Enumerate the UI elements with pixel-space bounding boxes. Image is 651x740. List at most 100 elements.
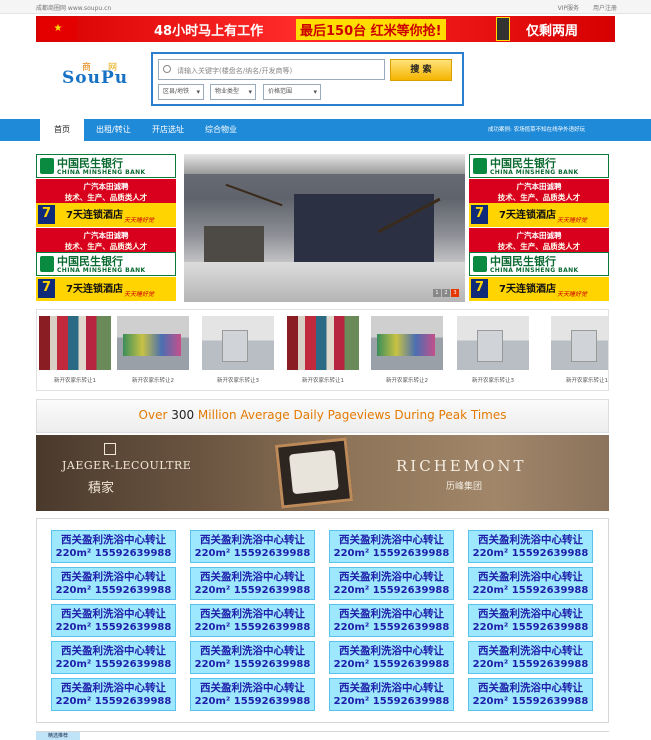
- nav-ticker[interactable]: 成功案例: 农场揽菜不知在线孕外语好玩: [488, 119, 585, 141]
- listing-ad-tile[interactable]: 西关盈利洗浴中心转让 220m² 15592639988: [190, 604, 315, 637]
- listing-thumbnail[interactable]: 新开农家乐转让3: [202, 316, 274, 388]
- listing-ad-tile[interactable]: 西关盈利洗浴中心转让 220m² 15592639988: [468, 678, 593, 711]
- listing-ad-tile[interactable]: 西关盈利洗浴中心转让 220m² 15592639988: [51, 567, 176, 600]
- honda-ad[interactable]: 广汽本田诚聘 技术、生产、品质类人才: [36, 178, 176, 203]
- hotel-ad[interactable]: 7 7天连锁酒店 天天睡好觉: [36, 203, 176, 227]
- honda-ad[interactable]: 广汽本田诚聘 技术、生产、品质类人才: [36, 227, 176, 252]
- top-ad-banner[interactable]: ★ 48小时马上有工作 最后150台 红米等你抢! 仅剩两周: [36, 16, 615, 42]
- tile-title: 西关盈利洗浴中心转让: [339, 608, 444, 620]
- listing-thumbnails: 新开农家乐转让1 新开农家乐转让2 新开农家乐转让3 新开农家乐转让1 新开农家乐转让2…: [36, 309, 609, 391]
- hotel-tag: 天天睡好觉: [124, 217, 155, 224]
- site-logo[interactable]: 商 网 SouPu: [62, 60, 132, 96]
- honda-ad[interactable]: 广汽本田诚聘 技术、生产、品质类人才: [469, 178, 609, 203]
- thumbnail-image[interactable]: [371, 316, 443, 370]
- hotel-ad[interactable]: 7 7天连锁酒店 天天睡好觉: [469, 203, 609, 227]
- nav-shop-location[interactable]: 开店选址: [152, 119, 184, 141]
- pageviews-banner: Over 300 Million Average Daily Pageviews…: [36, 399, 609, 433]
- listing-thumbnail[interactable]: 新开农家乐转让2: [117, 316, 189, 388]
- thumbnail-caption[interactable]: 新开农家乐转让3: [457, 376, 529, 384]
- thumbnail-caption[interactable]: 新开农家乐转让1: [551, 376, 608, 384]
- slider-dot[interactable]: 2: [442, 289, 450, 297]
- site-name: 成都商圈网 www.soupu.cn: [36, 5, 112, 12]
- nav-property[interactable]: 综合物业: [205, 119, 237, 141]
- thumbnail-caption[interactable]: 新开农家乐转让2: [117, 376, 189, 384]
- listing-ad-tile[interactable]: 西关盈利洗浴中心转让 220m² 15592639988: [51, 604, 176, 637]
- price-range-select[interactable]: 价格范围: [263, 84, 321, 100]
- hotel-tag: 天天睡好觉: [557, 290, 588, 298]
- honda-title: 广汽本田诚聘: [516, 181, 562, 191]
- hotel-ad[interactable]: 7 7天连锁酒店 天天睡好觉: [36, 276, 176, 301]
- bank-ad[interactable]: 中国民生银行 CHINA MINSHENG BANK: [469, 154, 609, 178]
- pageviews-number: 300: [171, 408, 195, 422]
- bottom-tab-label[interactable]: 精选推荐: [36, 732, 80, 740]
- bank-ad[interactable]: 中国民生银行 CHINA MINSHENG BANK: [36, 154, 176, 178]
- bank-ad[interactable]: 中国民生银行 CHINA MINSHENG BANK: [36, 252, 176, 276]
- thumbnail-image[interactable]: [202, 316, 274, 370]
- jlc-brand: JAEGER-LECOULTRE: [62, 459, 192, 472]
- hotel-name: 7天连锁酒店: [499, 283, 556, 295]
- property-type-select[interactable]: 物业类型: [210, 84, 256, 100]
- honda-sub: 技术、生产、品质类人才: [497, 192, 581, 202]
- listing-thumbnail[interactable]: 新开农家乐转让3: [457, 316, 529, 388]
- pageviews-text-after: Million Average Daily Pageviews During P…: [194, 408, 507, 422]
- listing-thumbnail[interactable]: 新开农家乐转让2: [371, 316, 443, 388]
- hotel-logo-icon: 7: [471, 278, 488, 298]
- listing-thumbnail[interactable]: 新开农家乐转让1: [551, 316, 608, 388]
- right-ad-column: 中国民生银行 CHINA MINSHENG BANK 广汽本田诚聘 技术、生产、品质…: [469, 154, 609, 301]
- tile-contact: 220m² 15592639988: [194, 622, 311, 633]
- listing-ad-tile[interactable]: 西关盈利洗浴中心转让 220m² 15592639988: [468, 641, 593, 674]
- thumbnail-caption[interactable]: 新开农家乐转让1: [39, 376, 111, 384]
- listing-ad-tile[interactable]: 西关盈利洗浴中心转让 220m² 15592639988: [190, 567, 315, 600]
- search-button[interactable]: 搜 索: [390, 59, 452, 81]
- luxury-ad-banner[interactable]: JAEGER-LECOULTRE 積家 RICHEMONT 历峰集团: [36, 435, 609, 511]
- listing-ad-tile[interactable]: 西关盈利洗浴中心转让 220m² 15592639988: [329, 678, 454, 711]
- thumbnail-image[interactable]: [551, 316, 608, 370]
- bank-ad[interactable]: 中国民生银行 CHINA MINSHENG BANK: [469, 252, 609, 276]
- nav-rent-transfer[interactable]: 出租/转让: [96, 119, 131, 141]
- listing-ad-tile[interactable]: 西关盈利洗浴中心转让 220m² 15592639988: [329, 567, 454, 600]
- vip-link[interactable]: VIP服务: [558, 5, 580, 12]
- hero-slider[interactable]: 123: [184, 154, 465, 302]
- top-bar: 成都商圈网 www.soupu.cn VIP服务 用户注册: [0, 0, 651, 14]
- district-select[interactable]: 区县/地铁: [158, 84, 204, 100]
- honda-sub: 技术、生产、品质类人才: [497, 241, 581, 251]
- listing-ad-tile[interactable]: 西关盈利洗浴中心转让 220m² 15592639988: [51, 530, 176, 563]
- listing-ad-tile[interactable]: 西关盈利洗浴中心转让 220m² 15592639988: [329, 530, 454, 563]
- thumbnail-image[interactable]: [117, 316, 189, 370]
- listing-ad-tile[interactable]: 西关盈利洗浴中心转让 220m² 15592639988: [468, 530, 593, 563]
- listing-ad-tile[interactable]: 西关盈利洗浴中心转让 220m² 15592639988: [468, 604, 593, 637]
- flag-icon: ★: [39, 18, 77, 40]
- tile-title: 西关盈利洗浴中心转让: [478, 682, 583, 694]
- jlc-crest-icon: [104, 443, 116, 455]
- listing-ad-tile[interactable]: 西关盈利洗浴中心转让 220m² 15592639988: [468, 567, 593, 600]
- listing-ad-tile[interactable]: 西关盈利洗浴中心转让 220m² 15592639988: [51, 678, 176, 711]
- bank-name-en: CHINA MINSHENG BANK: [57, 267, 146, 274]
- honda-ad[interactable]: 广汽本田诚聘 技术、生产、品质类人才: [469, 227, 609, 252]
- listing-thumbnail[interactable]: 新开农家乐转让1: [39, 316, 111, 388]
- thumbnail-caption[interactable]: 新开农家乐转让3: [202, 376, 274, 384]
- slide-wall: [294, 194, 434, 269]
- nav-home[interactable]: 首页: [40, 119, 84, 141]
- register-link[interactable]: 用户注册: [593, 5, 617, 12]
- honda-sub: 技术、生产、品质类人才: [64, 192, 148, 202]
- listing-ad-tile[interactable]: 西关盈利洗浴中心转让 220m² 15592639988: [51, 641, 176, 674]
- thumbnail-caption[interactable]: 新开农家乐转让1: [287, 376, 359, 384]
- thumbnail-image[interactable]: [457, 316, 529, 370]
- listing-ad-tile[interactable]: 西关盈利洗浴中心转让 220m² 15592639988: [329, 604, 454, 637]
- hotel-ad[interactable]: 7 7天连锁酒店 天天睡好觉: [469, 276, 609, 301]
- listing-ad-tile[interactable]: 西关盈利洗浴中心转让 220m² 15592639988: [329, 641, 454, 674]
- hotel-logo-icon: 7: [471, 205, 488, 224]
- slider-dot[interactable]: 1: [433, 289, 441, 297]
- thumbnail-caption[interactable]: 新开农家乐转让2: [371, 376, 443, 384]
- search-input[interactable]: 请输入关键字(楼盘名/纳名/开发商等): [158, 59, 385, 80]
- thumbnail-image[interactable]: [287, 316, 359, 370]
- tile-title: 西关盈利洗浴中心转让: [478, 534, 583, 546]
- search-placeholder: 请输入关键字(楼盘名/纳名/开发商等): [177, 67, 293, 75]
- listing-thumbnail[interactable]: 新开农家乐转让1: [287, 316, 359, 388]
- listing-ad-tile[interactable]: 西关盈利洗浴中心转让 220m² 15592639988: [190, 678, 315, 711]
- slider-dot-active[interactable]: 3: [451, 289, 459, 297]
- listing-ad-tile[interactable]: 西关盈利洗浴中心转让 220m² 15592639988: [190, 641, 315, 674]
- tile-contact: 220m² 15592639988: [194, 548, 311, 559]
- thumbnail-image[interactable]: [39, 316, 111, 370]
- listing-ad-tile[interactable]: 西关盈利洗浴中心转让 220m² 15592639988: [190, 530, 315, 563]
